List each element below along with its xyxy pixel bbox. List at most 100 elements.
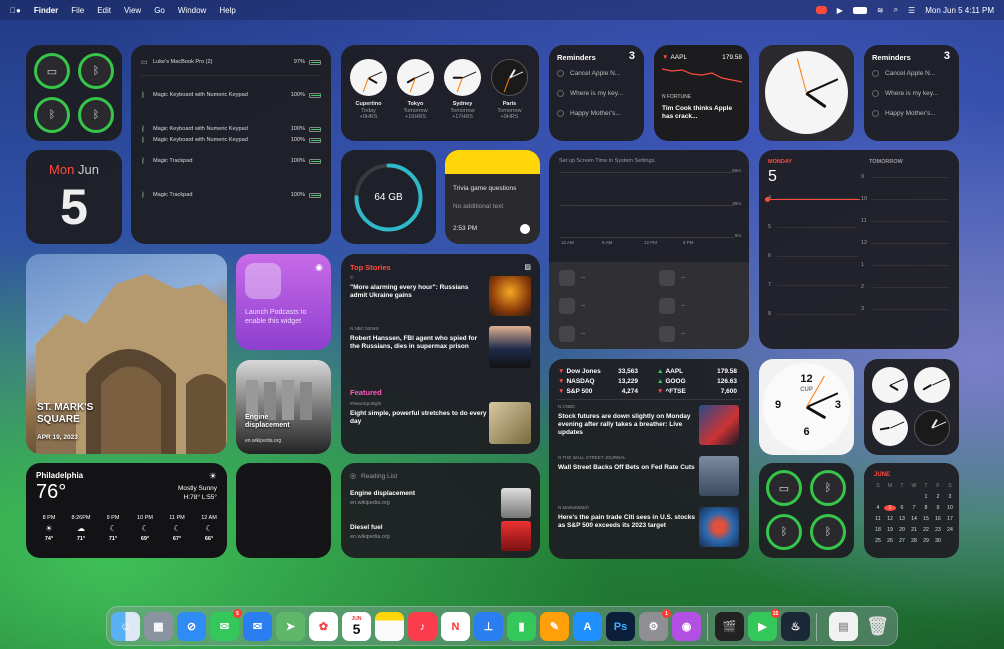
document-icon[interactable]: ▤ [829, 612, 858, 641]
month-day[interactable]: 2 [932, 494, 944, 500]
reminder-item[interactable]: Where is my key... [557, 90, 640, 97]
news-widget[interactable]: Top Stories ▨ © "More alarming every hou… [341, 254, 540, 454]
month-day[interactable]: 27 [896, 538, 908, 544]
month-day[interactable]: 24 [944, 527, 956, 533]
month-day[interactable]: 13 [896, 516, 908, 522]
month-day[interactable]: 28 [908, 538, 920, 544]
month-day[interactable]: 19 [884, 527, 896, 533]
podcasts-app-icon[interactable]: ◉ [672, 612, 701, 641]
notes-widget[interactable]: Trivia game questions No additional text… [445, 150, 540, 244]
menu-help[interactable]: Help [219, 6, 235, 15]
keynote-icon[interactable]: ⊥ [474, 612, 503, 641]
month-day[interactable] [884, 494, 896, 500]
menu-edit[interactable]: Edit [97, 6, 111, 15]
app-store-icon[interactable]: A [573, 612, 602, 641]
news-headline[interactable]: Here's the pain trade Citi sees in U.S. … [558, 514, 696, 530]
month-day[interactable]: 18 [872, 527, 884, 533]
photo-widget[interactable]: ST. MARK'S SQUARE APR 19, 2023 [26, 254, 227, 454]
month-day[interactable]: 11 [872, 516, 884, 522]
news-headline[interactable]: Stock futures are down slightly on Monda… [558, 413, 696, 437]
battery-icon[interactable] [852, 6, 867, 14]
month-day[interactable]: 23 [932, 527, 944, 533]
news-headline[interactable]: "More alarming every hour": Russians adm… [350, 284, 480, 300]
notes-icon[interactable] [375, 612, 404, 641]
facetime-icon[interactable]: ▶ 15 [748, 609, 780, 641]
music-icon[interactable]: ♪ [408, 612, 437, 641]
weather-widget[interactable]: Philadelphia 76° ☀ Mostly Sunny H:78° L:… [26, 463, 227, 558]
bluetooth-rings-widget-2[interactable]: ▭ ᛒ ᛒ ᛒ [759, 463, 854, 558]
podcasts-widget[interactable]: ◉ Launch Podcasts to enable this widget [236, 254, 331, 350]
launchpad-icon[interactable]: ▦ [144, 612, 173, 641]
month-day[interactable] [872, 494, 884, 500]
menu-view[interactable]: View [124, 6, 141, 15]
reminder-item[interactable]: Happy Mother's... [557, 110, 640, 117]
batteries-widget[interactable]: ▭ Luke's MacBook Pro (2) 97% ᛒ Magic Key… [131, 45, 331, 244]
status-icon[interactable] [815, 6, 827, 14]
month-day[interactable]: 6 [896, 505, 908, 511]
month-day[interactable] [908, 494, 920, 500]
storage-widget[interactable]: 64 GB [341, 150, 436, 244]
pages-icon[interactable]: ✎ [540, 612, 569, 641]
numbers-icon[interactable]: ▮ [507, 612, 536, 641]
stock-row[interactable]: ▲ AAPL 179.58 [657, 368, 737, 375]
stock-row[interactable]: ▼ NASDAQ 13,229 [558, 378, 638, 385]
reminders-widget[interactable]: Reminders 3 Cancel Apple N... Where is m… [549, 45, 644, 141]
news-headline[interactable]: Wall Street Backs Off Bets on Fed Rate C… [558, 464, 696, 472]
screen-time-widget[interactable]: Set up Screen Time in System Settings. 6… [549, 150, 749, 349]
apple-menu-icon[interactable]: ● [10, 6, 21, 15]
menu-window[interactable]: Window [178, 6, 206, 15]
stock-row[interactable]: ▼ ^FTSE 7,600 [657, 388, 737, 395]
reminders-widget-2[interactable]: Reminders 3 Cancel Apple N... Where is m… [864, 45, 959, 141]
menu-app-name[interactable]: Finder [34, 6, 58, 15]
messages-icon[interactable]: ✉ 5 [210, 609, 242, 641]
stock-news-widget[interactable]: ▼ AAPL 179.58 N FORTUNE Tim Cook thinks … [654, 45, 749, 141]
menu-go[interactable]: Go [154, 6, 165, 15]
system-settings-icon[interactable]: ⚙ 1 [639, 609, 671, 641]
wifi-icon[interactable]: ≋ [877, 6, 884, 15]
calendar-day-widget[interactable]: Mon Jun 5 [26, 150, 122, 244]
month-calendar-widget[interactable]: JUNE S M T W T F S 1 2 3 4 5 6 7 8 9 10 11 12 13 14 15 16 17 18 1… [864, 463, 959, 558]
month-day[interactable]: 17 [944, 516, 956, 522]
play-icon[interactable]: ▶ [837, 6, 843, 15]
month-day[interactable]: 9 [932, 505, 944, 511]
mini-clocks-widget[interactable] [864, 359, 959, 455]
control-center-icon[interactable]: ☰ [908, 6, 915, 15]
engine-photo-widget[interactable]: Engine displacement en.wikipedia.org [236, 360, 331, 454]
reminder-item[interactable]: Cancel Apple N... [872, 70, 955, 77]
trash-icon[interactable]: 🗑 [863, 612, 892, 641]
photos-icon[interactable]: ✿ [309, 612, 338, 641]
month-day[interactable]: 4 [872, 505, 884, 511]
steam-icon[interactable]: ♨ [781, 612, 810, 641]
empty-widget[interactable] [236, 463, 331, 558]
month-day[interactable]: 12 [884, 516, 896, 522]
reminder-item[interactable]: Where is my key... [872, 90, 955, 97]
reminder-item[interactable]: Cancel Apple N... [557, 70, 640, 77]
note-toggle[interactable] [520, 224, 530, 234]
search-icon[interactable]: ⌕ [894, 5, 898, 15]
month-day[interactable]: 15 [920, 516, 932, 522]
news-headline[interactable]: Robert Hanssen, FBI agent who spied for … [350, 335, 485, 351]
mail-icon[interactable]: ✉ [243, 612, 272, 641]
menu-file[interactable]: File [71, 6, 84, 15]
reading-item-title[interactable]: Engine displacement [350, 490, 415, 498]
month-day[interactable]: 1 [920, 494, 932, 500]
month-day[interactable]: 20 [896, 527, 908, 533]
month-day[interactable]: 10 [944, 505, 956, 511]
reading-item-title[interactable]: Diesel fuel [350, 524, 383, 532]
month-day[interactable]: 8 [920, 505, 932, 511]
maps-icon[interactable]: ➤ [276, 612, 305, 641]
month-day[interactable]: 14 [908, 516, 920, 522]
stocks-news-widget[interactable]: ▼ Dow Jones 33,563 ▼ NASDAQ 13,229 ▼ S&P 500 4,2… [549, 359, 749, 559]
news-app-icon[interactable]: N [441, 612, 470, 641]
month-day[interactable]: 7 [908, 505, 920, 511]
calendar-icon[interactable]: JUN 5 [342, 612, 371, 641]
month-day[interactable]: 5 [884, 505, 896, 511]
finder-icon[interactable]: ☺ [111, 612, 140, 641]
safari-icon[interactable]: ⊘ [177, 612, 206, 641]
bluetooth-rings-widget[interactable]: ▭ ᛒ ᛒ ᛒ [26, 45, 122, 141]
big-analog-clock-widget[interactable]: 12 CUP 3 6 9 [759, 359, 854, 455]
month-day[interactable]: 16 [932, 516, 944, 522]
stock-row[interactable]: ▼ Dow Jones 33,563 [558, 368, 638, 375]
month-day[interactable] [944, 538, 956, 544]
calendar-week-widget[interactable]: MONDAY 5 TOMORROW 456789101112123 [759, 150, 959, 349]
